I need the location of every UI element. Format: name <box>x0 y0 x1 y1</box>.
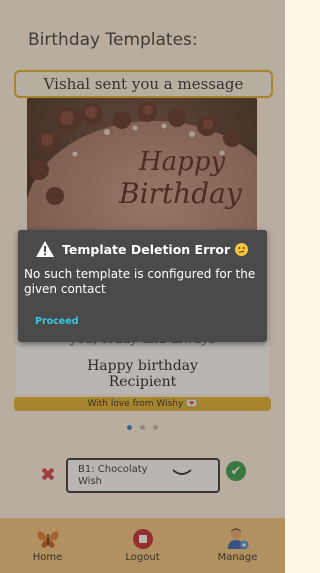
error-dialog: Template Deletion Error No such template… <box>18 230 267 342</box>
dialog-title: Template Deletion Error <box>62 241 231 257</box>
dialog-title-row: Template Deletion Error <box>35 240 249 258</box>
proceed-button[interactable]: Proceed <box>35 316 79 327</box>
confused-face-icon <box>235 242 249 256</box>
warning-icon <box>36 241 54 257</box>
dialog-message: No such template is configured for the g… <box>24 267 256 296</box>
